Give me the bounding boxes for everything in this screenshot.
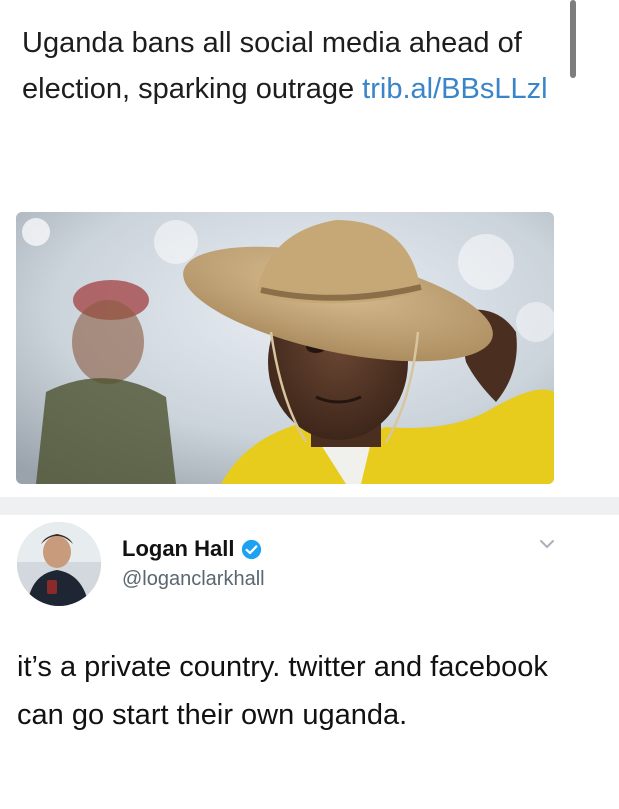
chevron-down-icon[interactable] — [540, 539, 554, 549]
tweet-text: Uganda bans all social media ahead of el… — [22, 20, 562, 112]
verified-badge-icon — [242, 539, 262, 559]
reply-text: it’s a private country. twitter and face… — [17, 651, 548, 731]
reply-tweet[interactable]: Logan Hall @loganclarkhall it’s a privat… — [0, 515, 619, 809]
avatar-image — [17, 522, 101, 606]
tweet-link[interactable]: trib.al/BBsLLzl — [362, 73, 547, 105]
author-name-row[interactable]: Logan Hall — [122, 536, 262, 562]
author-display-name[interactable]: Logan Hall — [122, 536, 234, 562]
avatar[interactable] — [17, 522, 101, 606]
tweet-photo[interactable] — [16, 212, 554, 484]
author-handle[interactable]: @loganclarkhall — [122, 568, 265, 591]
photo-illustration — [16, 212, 554, 484]
scrollbar[interactable] — [570, 0, 576, 78]
